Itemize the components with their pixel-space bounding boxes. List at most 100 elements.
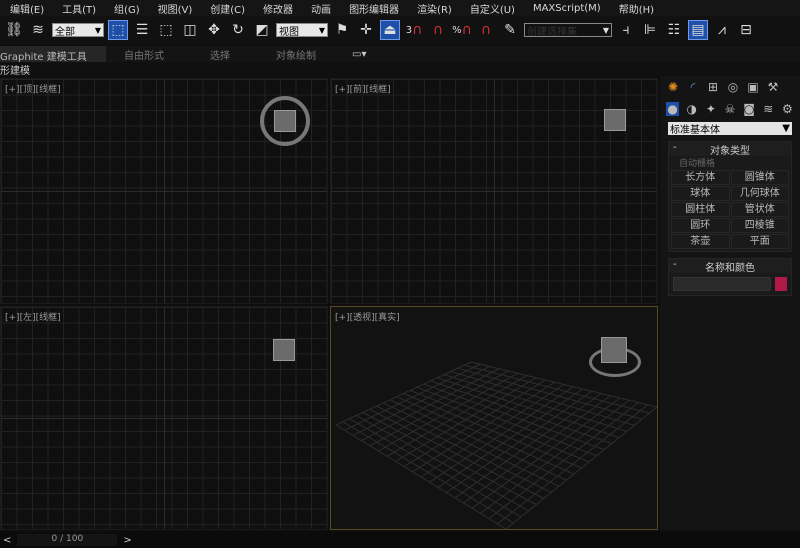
move-icon[interactable]: ✥ xyxy=(204,20,224,40)
menu-edit[interactable]: 编辑(E) xyxy=(0,1,52,16)
object-name-input[interactable] xyxy=(673,277,771,291)
box-button[interactable]: 长方体 xyxy=(671,170,730,185)
category-value: 标准基本体 xyxy=(670,125,720,136)
cylinder-button[interactable]: 圆柱体 xyxy=(671,202,730,217)
curve-editor-icon[interactable]: ⩘ xyxy=(712,20,732,40)
viewcube[interactable] xyxy=(601,337,627,363)
bind-space-warp-icon[interactable]: ≋ xyxy=(28,20,48,40)
create-tab-icon[interactable]: ✺ xyxy=(666,80,680,94)
time-slider-handle[interactable]: 0 / 100 xyxy=(17,534,118,546)
cameras-icon[interactable]: ☠ xyxy=(723,102,736,116)
autogrid-checkbox[interactable]: 自动栅格 xyxy=(669,156,791,169)
keyboard-shortcut-icon[interactable]: ⏏ xyxy=(380,20,400,40)
rollout-header[interactable]: - 名称和颜色 xyxy=(669,259,791,274)
tab-freeform[interactable]: 自由形式 xyxy=(116,47,172,62)
geometry-icon[interactable]: ● xyxy=(666,102,680,116)
display-tab-icon[interactable]: ▣ xyxy=(746,80,760,94)
select-object-icon[interactable]: ⬚ xyxy=(108,20,128,40)
percent-snap-icon[interactable]: % ∩ xyxy=(452,20,472,40)
menu-views[interactable]: 视图(V) xyxy=(148,1,201,16)
category-dropdown[interactable]: 标准基本体 ▼ xyxy=(668,122,792,136)
angle-snap-icon[interactable]: ∩ xyxy=(428,20,448,40)
collapse-icon: - xyxy=(673,259,677,270)
hierarchy-tab-icon[interactable]: ⊞ xyxy=(706,80,720,94)
rect-selection-icon[interactable]: ⬚ xyxy=(156,20,176,40)
plane-button[interactable]: 平面 xyxy=(730,234,789,249)
tab-selection[interactable]: 选择 xyxy=(202,47,238,62)
manipulate-icon[interactable]: ✛ xyxy=(356,20,376,40)
named-selection-dropdown[interactable]: 创建选择集 ▼ xyxy=(524,23,612,37)
selection-filter-value: 全部 xyxy=(55,26,75,37)
select-by-name-icon[interactable]: ☰ xyxy=(132,20,152,40)
rotate-icon[interactable]: ↻ xyxy=(228,20,248,40)
systems-icon[interactable]: ⚙ xyxy=(781,102,794,116)
viewport-label[interactable]: [+][顶][线框] xyxy=(5,82,61,95)
menu-animation[interactable]: 动画 xyxy=(301,1,339,16)
rollout-header[interactable]: - 对象类型 xyxy=(669,142,791,157)
chevron-down-icon: ▼ xyxy=(782,123,790,134)
menu-customize[interactable]: 自定义(U) xyxy=(460,1,523,16)
motion-tab-icon[interactable]: ◎ xyxy=(726,80,740,94)
viewport-left[interactable]: [+][左][线框] xyxy=(0,306,328,530)
geosphere-button[interactable]: 几何球体 xyxy=(730,186,789,201)
align-icon[interactable]: ⊫ xyxy=(640,20,660,40)
cone-button[interactable]: 圆锥体 xyxy=(730,170,789,185)
command-panel-tabs: ✺ ◜ ⊞ ◎ ▣ ⚒ xyxy=(660,76,800,98)
scale-icon[interactable]: ◩ xyxy=(252,20,272,40)
prev-frame-button[interactable]: < xyxy=(3,535,11,546)
viewport-perspective[interactable]: [+][透视][真实] xyxy=(330,306,658,530)
menu-create[interactable]: 创建(C) xyxy=(200,1,253,16)
spinner-snap-icon[interactable]: ∩ xyxy=(476,20,496,40)
torus-button[interactable]: 圆环 xyxy=(671,218,730,233)
viewcube[interactable] xyxy=(604,109,626,131)
grid-axis-y xyxy=(164,307,165,529)
collapse-icon: - xyxy=(673,142,677,153)
viewport-label[interactable]: [+][左][线框] xyxy=(5,310,61,323)
object-type-rollout: - 对象类型 自动栅格 长方体 圆锥体 球体 几何球体 圆柱体 管状体 圆环 四棱… xyxy=(668,141,792,252)
edit-named-selection-icon[interactable]: ✎ xyxy=(500,20,520,40)
ref-coord-value: 视图 xyxy=(279,26,299,37)
mirror-icon[interactable]: ⫞ xyxy=(616,20,636,40)
selection-filter-dropdown[interactable]: 全部 ▼ xyxy=(52,23,104,37)
menu-rendering[interactable]: 渲染(R) xyxy=(407,1,460,16)
viewport-front[interactable]: [+][前][线框] xyxy=(330,78,658,304)
shapes-icon[interactable]: ◑ xyxy=(685,102,698,116)
pivot-icon[interactable]: ⚑ xyxy=(332,20,352,40)
modify-tab-icon[interactable]: ◜ xyxy=(686,80,700,94)
menu-tools[interactable]: 工具(T) xyxy=(52,1,104,16)
schematic-view-icon[interactable]: ⊟ xyxy=(736,20,756,40)
utilities-tab-icon[interactable]: ⚒ xyxy=(766,80,780,94)
tab-graphite[interactable]: Graphite 建模工具 xyxy=(0,46,106,63)
window-crossing-icon[interactable]: ◫ xyxy=(180,20,200,40)
viewport-top[interactable]: [+][顶][线框] xyxy=(0,78,328,304)
pyramid-button[interactable]: 四棱锥 xyxy=(730,218,789,233)
ribbon-subpanel: 形建模 xyxy=(0,62,800,77)
tab-object-paint[interactable]: 对象绘制 xyxy=(268,47,324,62)
ribbon-options-icon[interactable]: ▭▾ xyxy=(344,49,374,60)
viewport-label[interactable]: [+][前][线框] xyxy=(335,82,391,95)
menu-graph-editors[interactable]: 图形编辑器 xyxy=(339,1,407,16)
lights-icon[interactable]: ✦ xyxy=(704,102,717,116)
chevron-down-icon: ▼ xyxy=(602,25,609,35)
reference-coord-dropdown[interactable]: 视图 ▼ xyxy=(276,23,328,37)
layer-manager-icon[interactable]: ☷ xyxy=(664,20,684,40)
helpers-icon[interactable]: ◙ xyxy=(743,102,756,116)
name-color-rollout: - 名称和颜色 xyxy=(668,258,792,296)
menu-bar: 编辑(E) 工具(T) 组(G) 视图(V) 创建(C) 修改器 动画 图形编辑… xyxy=(0,0,800,16)
tube-button[interactable]: 管状体 xyxy=(730,202,789,217)
teapot-button[interactable]: 茶壶 xyxy=(671,234,730,249)
sphere-button[interactable]: 球体 xyxy=(671,186,730,201)
menu-group[interactable]: 组(G) xyxy=(104,1,148,16)
menu-modifiers[interactable]: 修改器 xyxy=(253,1,301,16)
menu-help[interactable]: 帮助(H) xyxy=(609,1,662,16)
object-color-swatch[interactable] xyxy=(775,277,787,291)
viewcube[interactable] xyxy=(273,339,295,361)
space-warps-icon[interactable]: ≋ xyxy=(762,102,775,116)
viewport-label[interactable]: [+][透视][真实] xyxy=(335,310,400,323)
scene-explorer-icon[interactable]: ▤ xyxy=(688,20,708,40)
menu-maxscript[interactable]: MAXScript(M) xyxy=(523,3,609,14)
link-icon[interactable]: ⛓ xyxy=(4,20,24,40)
next-frame-button[interactable]: > xyxy=(123,535,131,546)
viewcube[interactable] xyxy=(274,110,296,132)
snap-toggle-icon[interactable]: 3 ∩ xyxy=(404,20,424,40)
